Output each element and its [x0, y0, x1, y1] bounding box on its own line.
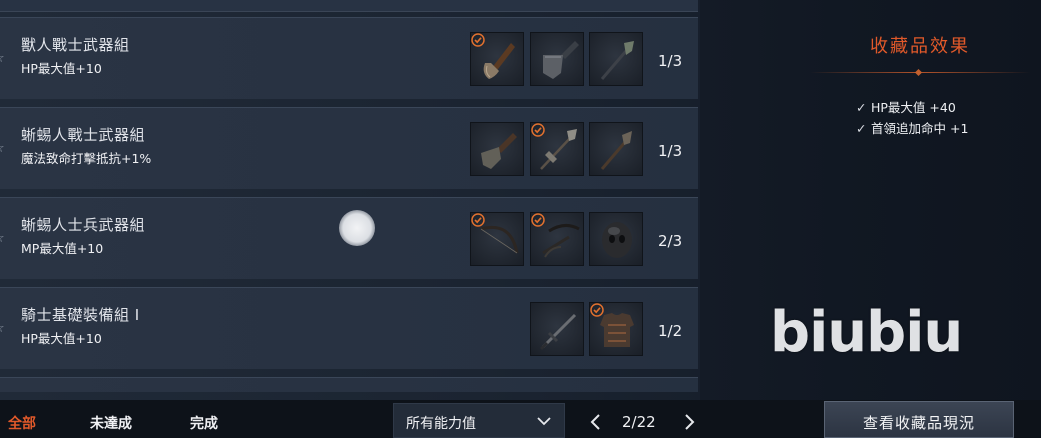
- collection-name: 蜥蜴人士兵武器組: [21, 216, 146, 234]
- touch-indicator: [339, 210, 375, 246]
- check-icon: [471, 33, 485, 47]
- panel-title: 收藏品效果: [870, 36, 970, 57]
- view-button-label: 查看收藏品現況: [862, 414, 975, 432]
- collection-effect: HP最大值+10: [21, 331, 102, 346]
- list-row-partial: [0, 0, 698, 12]
- collection-row[interactable]: ☆ 騎士基礎裝備組 I HP最大值+10 1/2: [0, 287, 698, 369]
- check-icon: [531, 213, 545, 227]
- collection-progress: 1/2: [658, 322, 683, 340]
- star-icon[interactable]: ☆: [0, 322, 7, 336]
- collection-progress: 2/3: [658, 232, 683, 250]
- star-icon[interactable]: ☆: [0, 142, 7, 156]
- stat-filter-dropdown[interactable]: 所有能力值: [393, 403, 565, 438]
- item-slot[interactable]: [589, 122, 643, 176]
- item-slot[interactable]: [589, 212, 643, 266]
- check-icon: ✓: [856, 100, 867, 115]
- check-icon: [590, 303, 604, 317]
- spear-icon: [600, 131, 632, 170]
- tab-all[interactable]: 全部: [8, 413, 36, 433]
- collection-effect: HP最大值+10: [21, 61, 102, 76]
- spear-icon: [600, 41, 634, 80]
- item-slot[interactable]: [470, 212, 524, 266]
- panel-effect: ✓ HP最大值 +40: [856, 100, 956, 115]
- star-icon[interactable]: ☆: [0, 232, 7, 246]
- item-slot[interactable]: [589, 302, 643, 356]
- item-slot[interactable]: [530, 302, 584, 356]
- collection-row[interactable]: ☆ 獸人戰士武器組 HP最大值+10: [0, 17, 698, 99]
- collection-row[interactable]: ☆ 蜥蜴人戰士武器組 魔法致命打擊抵抗+1%: [0, 107, 698, 189]
- item-slot[interactable]: [530, 212, 584, 266]
- check-icon: [471, 213, 485, 227]
- helmet-icon: [602, 222, 632, 258]
- cleaver-icon: [481, 133, 517, 169]
- collection-effect: MP最大值+10: [21, 241, 104, 256]
- item-slot[interactable]: [530, 122, 584, 176]
- item-slot[interactable]: [470, 122, 524, 176]
- star-icon[interactable]: ☆: [0, 52, 7, 66]
- page-indicator: 2/22: [622, 413, 656, 431]
- collection-progress: 1/3: [658, 52, 683, 70]
- chevron-right-icon[interactable]: [681, 412, 697, 432]
- collection-name: 蜥蜴人戰士武器組: [21, 126, 146, 144]
- tab-incomplete[interactable]: 未達成: [90, 413, 132, 433]
- collection-name: 騎士基礎裝備組 I: [21, 306, 140, 324]
- check-icon: [531, 123, 545, 137]
- item-slot[interactable]: [470, 32, 524, 86]
- collection-effect: 魔法致命打擊抵抗+1%: [21, 151, 152, 166]
- item-slot[interactable]: [589, 32, 643, 86]
- collection-row: [0, 377, 698, 392]
- chevron-left-icon[interactable]: [588, 412, 604, 432]
- cleaver-icon: [543, 41, 579, 79]
- check-icon: ✓: [856, 121, 867, 136]
- collection-name: 獸人戰士武器組: [21, 36, 130, 54]
- sword-icon: [539, 313, 577, 351]
- watermark-logo: biubiu: [770, 300, 963, 365]
- chevron-down-icon: [537, 417, 551, 426]
- item-slot[interactable]: [530, 32, 584, 86]
- view-collection-status-button[interactable]: 查看收藏品現況: [824, 401, 1014, 438]
- collection-progress: 1/3: [658, 142, 683, 160]
- panel-effect: ✓ 首領追加命中 +1: [856, 121, 969, 136]
- tab-complete[interactable]: 完成: [190, 413, 218, 433]
- collection-list[interactable]: ☆ 獸人戰士武器組 HP最大值+10: [0, 0, 698, 392]
- dropdown-value: 所有能力值: [406, 416, 476, 432]
